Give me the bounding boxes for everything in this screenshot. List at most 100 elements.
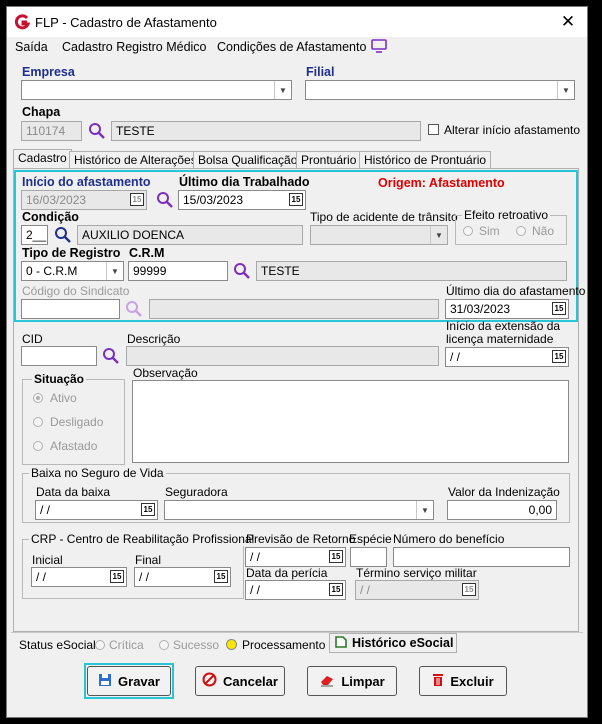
calendar-icon[interactable]: 15 (130, 193, 144, 206)
data-pericia-label: Data da perícia (246, 566, 328, 580)
window-title: FLP - Cadastro de Afastamento (35, 15, 217, 30)
save-icon (98, 673, 112, 690)
inicio-afastamento-value: 16/03/2023 (26, 193, 87, 207)
previsao-retorno-value: / / (250, 550, 261, 564)
efeito-nao-radio[interactable] (516, 226, 526, 236)
empresa-select[interactable]: ▼ (21, 80, 292, 100)
menu-item-cadastro-registro-medico[interactable]: Cadastro Registro Médico (62, 40, 207, 54)
calendar-icon[interactable]: 15 (329, 550, 343, 563)
situacao-ativo-radio[interactable] (33, 393, 43, 403)
situacao-label: Situação (32, 372, 87, 386)
search-icon[interactable] (102, 347, 120, 365)
alterar-inicio-checkbox[interactable] (428, 124, 439, 135)
status-esocial-label: Status eSocial: (19, 638, 100, 652)
condicao-desc-field: AUXILIO DOENCA (77, 225, 303, 245)
limpar-label: Limpar (341, 673, 385, 689)
crp-inicial-field[interactable]: / / 15 (31, 567, 127, 587)
tab-bolsa-qualificacao[interactable]: Bolsa Qualificação (193, 151, 303, 169)
tab-cadastro[interactable]: Cadastro (13, 149, 72, 169)
termino-militar-label: Término serviço militar (356, 566, 477, 580)
extensao-value: / / (450, 350, 461, 364)
calendar-icon[interactable]: 15 (289, 193, 303, 206)
status-critica-label: Crítica (109, 638, 144, 652)
status-divider (11, 632, 583, 633)
gravar-label: Gravar (118, 673, 160, 689)
situacao-desligado-radio[interactable] (33, 417, 43, 427)
chevron-down-icon: ▼ (106, 262, 123, 280)
tipo-acidente-select[interactable]: ▼ (310, 225, 448, 245)
cancelar-button[interactable]: Cancelar (195, 666, 285, 696)
data-pericia-value: / / (250, 583, 261, 597)
app-logo-icon (14, 14, 31, 30)
tab-historico-alteracoes[interactable]: Histórico de Alterações (69, 151, 202, 169)
search-icon[interactable] (233, 262, 251, 280)
chevron-down-icon: ▼ (430, 226, 447, 244)
crm-field[interactable]: 99999 (128, 261, 228, 281)
search-icon[interactable] (156, 191, 174, 209)
tipo-registro-select[interactable]: 0 - C.R.M ▼ (21, 261, 124, 281)
termino-militar-field[interactable]: / / 15 (355, 580, 479, 600)
situacao-desligado-label: Desligado (50, 415, 104, 429)
chevron-down-icon: ▼ (274, 81, 291, 99)
especie-field[interactable] (350, 547, 387, 567)
monitor-icon[interactable] (371, 39, 387, 53)
condicao-label: Condição (22, 210, 79, 224)
limpar-button[interactable]: Limpar (307, 666, 397, 696)
calendar-icon[interactable]: 15 (552, 350, 566, 363)
calendar-icon[interactable]: 15 (552, 302, 566, 315)
crp-final-value: / / (139, 570, 150, 584)
ultimo-trabalhado-value: 15/03/2023 (183, 193, 244, 207)
ultimo-afastamento-field[interactable]: 31/03/2023 15 (445, 299, 569, 319)
observacao-textarea[interactable] (132, 380, 569, 463)
extensao-field[interactable]: / / 15 (445, 347, 569, 367)
empresa-label: Empresa (22, 65, 75, 79)
tab-historico-prontuario[interactable]: Histórico de Prontuário (359, 151, 492, 169)
tab-prontuario[interactable]: Prontuário (296, 151, 362, 169)
inicio-afastamento-field[interactable]: 16/03/2023 15 (21, 190, 147, 210)
ultimo-trabalhado-field[interactable]: 15/03/2023 15 (178, 190, 306, 210)
excluir-button[interactable]: Excluir (419, 666, 507, 696)
previsao-retorno-field[interactable]: / / 15 (245, 547, 346, 567)
chevron-down-icon: ▼ (416, 501, 433, 519)
cancelar-label: Cancelar (223, 673, 278, 689)
ultimo-afastamento-value: 31/03/2023 (450, 302, 511, 316)
search-icon[interactable] (54, 226, 72, 244)
gravar-button[interactable]: Gravar (87, 666, 171, 696)
numero-beneficio-field[interactable] (393, 547, 570, 567)
historico-esocial-button[interactable]: Histórico eSocial (329, 633, 457, 653)
menu-item-saida[interactable]: Saída (15, 40, 48, 54)
data-baixa-field[interactable]: / / 15 (35, 500, 158, 520)
filial-label: Filial (306, 65, 335, 79)
document-icon (334, 635, 348, 652)
data-baixa-label: Data da baixa (36, 485, 111, 499)
search-icon[interactable] (125, 300, 143, 318)
data-pericia-field[interactable]: / / 15 (245, 580, 346, 600)
filial-select[interactable]: ▼ (305, 80, 575, 100)
sindicato-field[interactable] (21, 299, 120, 319)
status-critica-radio[interactable] (95, 640, 105, 650)
chapa-name-field: TESTE (111, 121, 421, 141)
status-processamento-indicator[interactable] (226, 639, 237, 650)
efeito-sim-radio[interactable] (463, 226, 473, 236)
calendar-icon[interactable]: 15 (462, 583, 476, 596)
cadastro-afastamento-window: FLP - Cadastro de Afastamento ✕ Saída Ca… (6, 6, 588, 718)
calendar-icon[interactable]: 15 (329, 583, 343, 596)
tipo-registro-value: 0 - C.R.M (26, 264, 78, 278)
crp-inicial-label: Inicial (32, 553, 63, 567)
valor-indenizacao-field[interactable]: 0,00 (447, 500, 557, 520)
calendar-icon[interactable]: 15 (214, 570, 228, 583)
seguradora-select[interactable]: ▼ (164, 500, 434, 520)
search-icon[interactable] (88, 122, 106, 140)
crp-final-field[interactable]: / / 15 (134, 567, 231, 587)
cid-field[interactable] (21, 346, 97, 366)
menu-item-condicoes-afastamento[interactable]: Condições de Afastamento (217, 40, 366, 54)
inicio-afastamento-label: Início do afastamento (22, 175, 151, 189)
situacao-afastado-radio[interactable] (33, 441, 43, 451)
condicao-code-field[interactable]: 2__ (21, 225, 48, 245)
calendar-icon[interactable]: 15 (110, 570, 124, 583)
origem-label: Origem: Afastamento (378, 176, 505, 190)
chapa-field[interactable]: 110174 (21, 121, 82, 141)
calendar-icon[interactable]: 15 (141, 503, 155, 516)
status-sucesso-radio[interactable] (159, 640, 169, 650)
close-button[interactable]: ✕ (557, 12, 579, 32)
